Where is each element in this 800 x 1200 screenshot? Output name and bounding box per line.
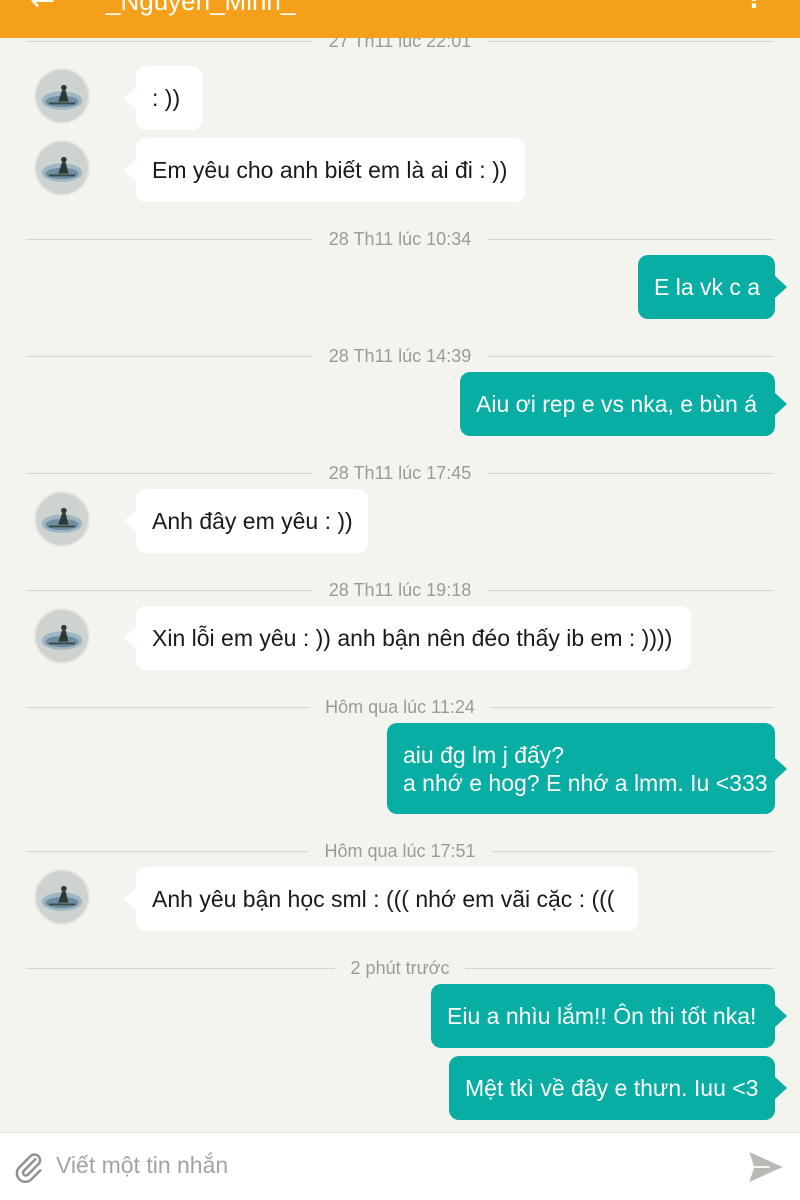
outgoing-message[interactable]: Mệt tkì về đây e thưn. Iuu <3 [449, 1056, 787, 1120]
message-input[interactable] [56, 1150, 716, 1180]
paperclip-icon[interactable] [12, 1150, 46, 1184]
date-separator: 27 Th11 lúc 22:01 [0, 38, 800, 51]
outgoing-message[interactable]: E la vk c a [638, 255, 787, 319]
date-separator-text: 28 Th11 lúc 17:45 [312, 463, 488, 483]
message-text: Em yêu cho anh biết em là ai đi : )) [152, 157, 508, 183]
date-separator: Hôm qua lúc 17:51 [0, 841, 800, 861]
contact-avatar[interactable] [34, 608, 90, 664]
message-text: : )) [152, 85, 181, 111]
date-separator-text: 28 Th11 lúc 10:34 [312, 229, 488, 249]
contact-avatar[interactable] [34, 68, 90, 124]
date-separator: 28 Th11 lúc 10:34 [0, 229, 800, 249]
message-text: Aiu ơi rep e vs nka, e bùn á [476, 391, 758, 417]
date-separator-text: Hôm qua lúc 17:51 [308, 841, 492, 861]
incoming-message[interactable]: Xin lỗi em yêu : )) anh bận nên đéo thấy… [124, 606, 691, 670]
date-separator-text: 27 Th11 lúc 22:01 [312, 38, 488, 51]
message-text: Eiu a nhìu lắm!! Ôn thi tốt nka! [447, 1003, 757, 1029]
date-separator-text: 28 Th11 lúc 14:39 [312, 346, 488, 366]
conversation[interactable]: 27 Th11 lúc 22:01 : )) Em yêu cho anh biết… [0, 38, 800, 1132]
more-menu-icon[interactable]: ⋮ [742, 0, 766, 12]
message-text: Anh yêu bận học sml : ((( nhớ em vãi cặc… [152, 886, 615, 912]
date-separator-text: Hôm qua lúc 11:24 [309, 697, 491, 717]
outgoing-message[interactable]: Eiu a nhìu lắm!! Ôn thi tốt nka! [431, 984, 787, 1048]
message-text: E la vk c a [654, 274, 761, 300]
incoming-message[interactable]: Anh đây em yêu : )) [124, 489, 368, 553]
message-text: a nhớ e hog? E nhớ a lmm. Iu <333 [403, 769, 768, 796]
date-separator: Hôm qua lúc 11:24 [0, 697, 800, 717]
incoming-message[interactable]: : )) [124, 66, 202, 130]
message-text: Anh đây em yêu : )) [152, 508, 353, 534]
date-separator: 2 phút trước [0, 958, 800, 978]
date-separator-text: 2 phút trước [334, 958, 466, 978]
contact-avatar[interactable] [34, 491, 90, 547]
send-icon[interactable] [746, 1147, 786, 1187]
contact-avatar[interactable] [34, 869, 90, 925]
incoming-message[interactable]: Anh yêu bận học sml : ((( nhớ em vãi cặc… [124, 867, 638, 931]
incoming-message[interactable]: Em yêu cho anh biết em là ai đi : )) [124, 138, 525, 202]
outgoing-message[interactable]: Aiu ơi rep e vs nka, e bùn á [460, 372, 787, 436]
outgoing-message[interactable]: aiu đg lm j đấy? a nhớ e hog? E nhớ a lmm… [387, 723, 787, 814]
date-separator: 28 Th11 lúc 14:39 [0, 346, 800, 366]
date-separator: 28 Th11 lúc 19:18 [0, 580, 800, 600]
contact-avatar[interactable] [34, 140, 90, 196]
date-separator: 28 Th11 lúc 17:45 [0, 463, 800, 483]
contact-name[interactable]: _Nguyen_Minh_ [106, 0, 295, 16]
message-input-bar [0, 1132, 800, 1200]
message-text: Mệt tkì về đây e thưn. Iuu <3 [465, 1075, 759, 1101]
back-arrow-icon[interactable]: ← [30, 0, 55, 16]
top-bar: ← _Nguyen_Minh_ ⋮ [0, 0, 800, 38]
date-separator-text: 28 Th11 lúc 19:18 [312, 580, 488, 600]
message-text: Xin lỗi em yêu : )) anh bận nên đéo thấy… [152, 625, 673, 651]
message-text: aiu đg lm j đấy? [403, 741, 565, 768]
